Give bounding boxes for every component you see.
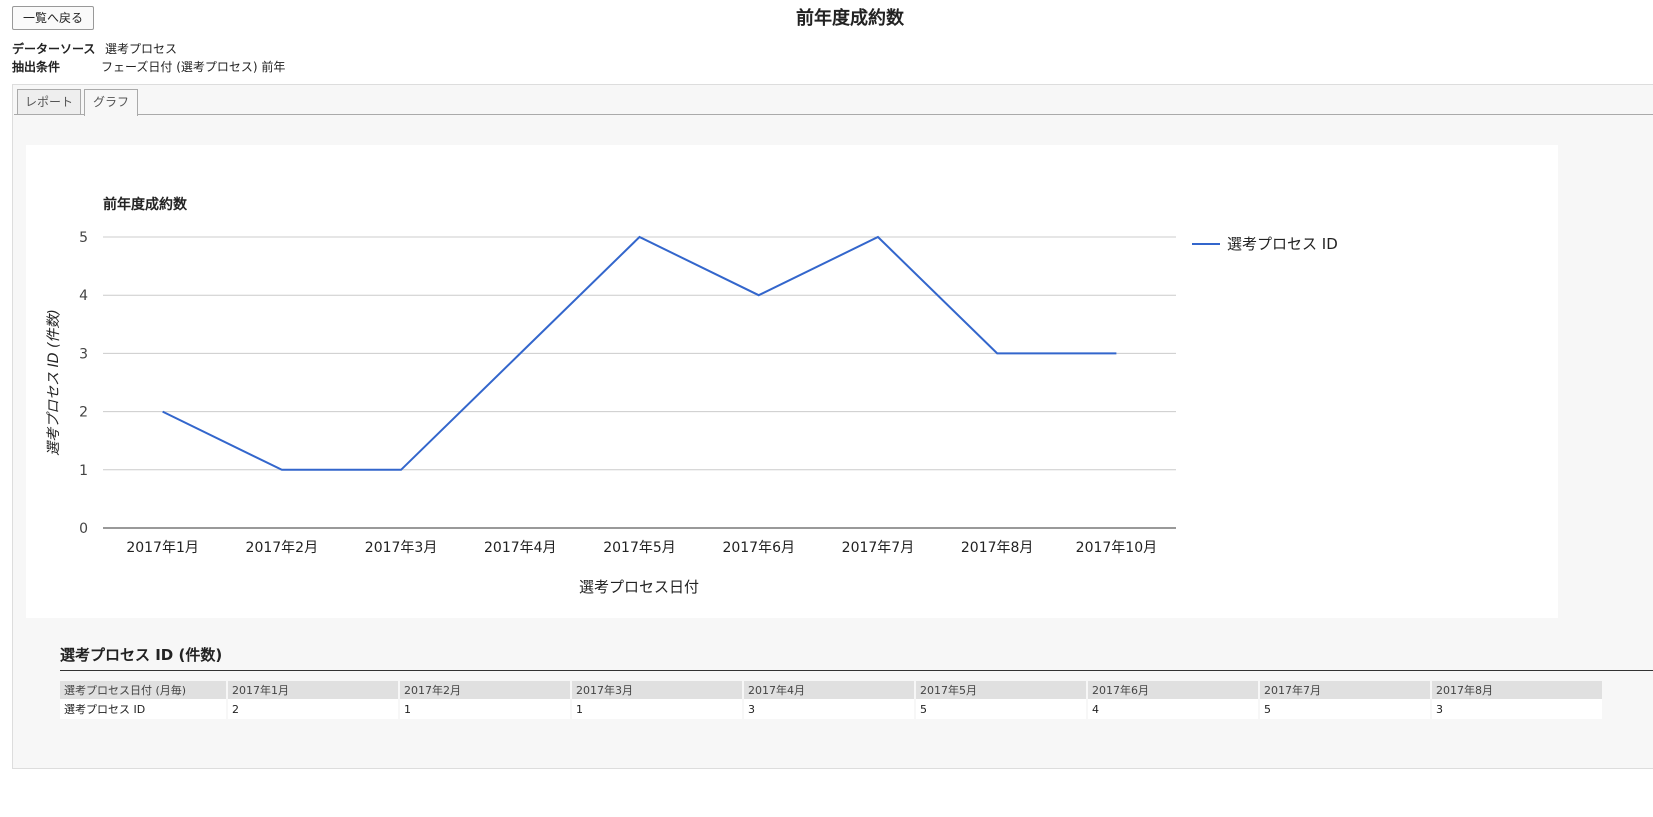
table-column-header: 2017年7月 — [1260, 681, 1430, 699]
y-tick-label: 2 — [79, 405, 88, 421]
datasource-row: データーソース 選考プロセス — [12, 40, 177, 57]
chart-card: 前年度成約数 0 1 2 3 4 5 2017年1月 2017年2月 2017年3月 2017年4月… — [26, 145, 1558, 618]
table-column-header: 2017年5月 — [916, 681, 1086, 699]
tab-graph[interactable]: グラフ — [84, 89, 138, 116]
table-divider — [60, 670, 1653, 671]
x-axis-title: 選考プロセス日付 — [579, 578, 699, 596]
legend-label: 選考プロセス ID — [1227, 235, 1338, 253]
x-tick-label: 2017年1月 — [126, 540, 199, 556]
data-table: 選考プロセス日付 (月毎) 2017年1月 2017年2月 2017年3月 2017年4… — [58, 681, 1604, 719]
table-column-header: 2017年8月 — [1432, 681, 1602, 699]
datasource-label: データーソース — [12, 42, 96, 56]
datasource-value: 選考プロセス — [105, 42, 178, 56]
table-column-header: 2017年6月 — [1088, 681, 1258, 699]
table-cell: 3 — [1432, 699, 1602, 719]
table-column-header: 2017年4月 — [744, 681, 914, 699]
x-tick-label: 2017年3月 — [365, 540, 438, 556]
table-column-header: 2017年2月 — [400, 681, 570, 699]
x-tick-label: 2017年4月 — [484, 540, 557, 556]
table-column-header: 2017年3月 — [572, 681, 742, 699]
table-cell: 5 — [916, 699, 1086, 719]
table-cell: 1 — [400, 699, 570, 719]
table-row: 選考プロセス ID 2 1 1 3 5 4 5 3 — [60, 699, 1602, 719]
y-tick-label: 5 — [79, 230, 88, 246]
table-header-label: 選考プロセス日付 (月毎) — [60, 681, 226, 699]
x-tick-label: 2017年6月 — [722, 540, 795, 556]
x-tick-label: 2017年5月 — [603, 540, 676, 556]
table-cell: 1 — [572, 699, 742, 719]
table-row-label: 選考プロセス ID — [60, 699, 226, 719]
filter-value: フェーズ日付 (選考プロセス) 前年 — [101, 60, 286, 74]
table-cell: 2 — [228, 699, 398, 719]
filter-label: 抽出条件 — [12, 60, 61, 74]
chart-title: 前年度成約数 — [103, 196, 188, 213]
filter-row: 抽出条件 フェーズ日付 (選考プロセス) 前年 — [12, 58, 285, 75]
table-title: 選考プロセス ID (件数) — [60, 646, 223, 664]
table-cell: 4 — [1088, 699, 1258, 719]
x-tick-label: 2017年2月 — [246, 540, 319, 556]
y-tick-label: 0 — [79, 521, 88, 537]
x-tick-label: 2017年8月 — [961, 540, 1034, 556]
tabs-divider — [14, 114, 1653, 115]
page-title: 前年度成約数 — [796, 8, 904, 29]
y-tick-label: 4 — [79, 288, 88, 304]
table-cell: 5 — [1260, 699, 1430, 719]
line-chart: 前年度成約数 0 1 2 3 4 5 2017年1月 2017年2月 2017年3月 2017年4月… — [46, 196, 1338, 596]
x-tick-label: 2017年10月 — [1076, 540, 1157, 556]
table-cell: 3 — [744, 699, 914, 719]
y-tick-label: 3 — [79, 346, 88, 362]
y-axis-title: 選考プロセス ID (件数) — [46, 309, 62, 456]
tab-report[interactable]: レポート — [17, 89, 81, 114]
table-header-row: 選考プロセス日付 (月毎) 2017年1月 2017年2月 2017年3月 2017年4… — [60, 681, 1602, 699]
y-tick-label: 1 — [79, 463, 88, 479]
x-tick-label: 2017年7月 — [842, 540, 915, 556]
table-column-header: 2017年1月 — [228, 681, 398, 699]
